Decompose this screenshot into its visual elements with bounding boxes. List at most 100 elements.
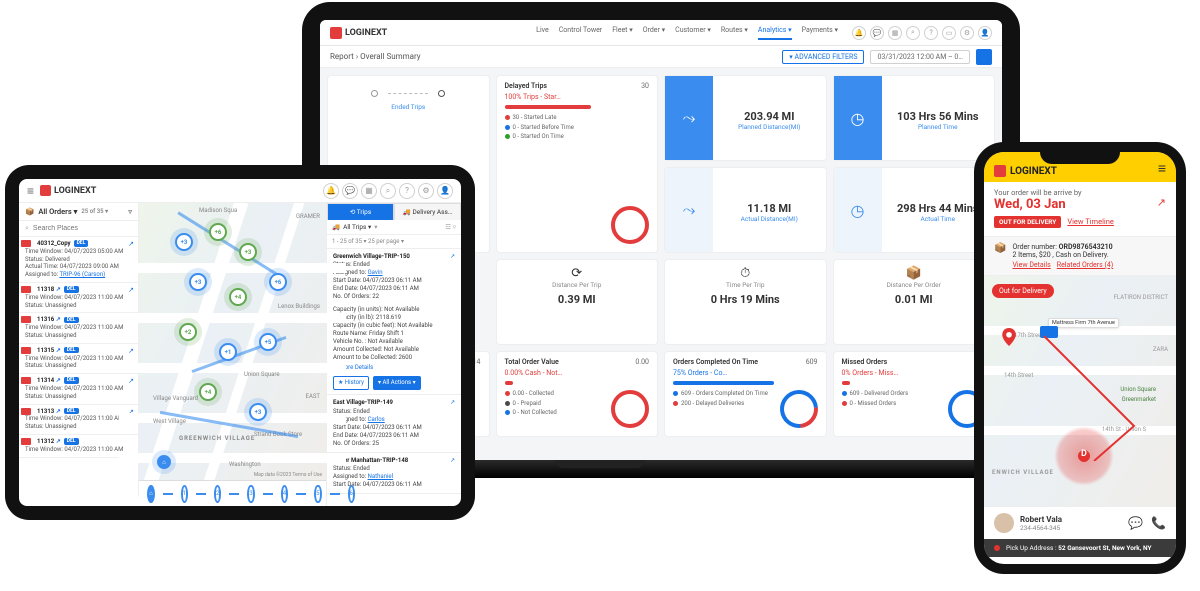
map-attribution: Map data ©2023 Terms of Use: [254, 472, 322, 478]
hamburger-icon[interactable]: ≡: [1158, 160, 1166, 177]
map-cluster-pin[interactable]: +6: [209, 223, 227, 241]
filter-icon[interactable]: ▿: [128, 207, 132, 216]
grid-icon[interactable]: ▦: [888, 26, 902, 40]
nav-fleet[interactable]: Fleet ▾: [612, 26, 633, 40]
gear-icon[interactable]: ⚙: [418, 183, 434, 199]
status-pill: OUT FOR DELIVERY: [994, 216, 1061, 228]
map-cluster-pin[interactable]: +5: [259, 333, 277, 351]
laptop-top-icons: 🔔 💬 ▦ ⌕ ? ▭ ⚙ 👤: [852, 26, 992, 40]
advanced-filters-button[interactable]: ▾ ADVANCED FILTERS: [782, 50, 864, 64]
filter-icon[interactable]: ☲ ▿: [445, 223, 456, 231]
phone-map[interactable]: Out for Delivery FLATIRON DISTRICT 17th …: [984, 276, 1176, 506]
gauge-icon: ⟳: [505, 266, 650, 281]
nav-routes[interactable]: Routes ▾: [721, 26, 748, 40]
chat-icon[interactable]: 💬: [870, 26, 884, 40]
book-icon[interactable]: ▭: [942, 26, 956, 40]
card-title: Delayed Trips: [505, 82, 548, 90]
all-actions-button[interactable]: ▾ All Actions ▾: [373, 376, 421, 390]
more-details-link[interactable]: ⊕ More Details: [333, 364, 455, 372]
nav-control-tower[interactable]: Control Tower: [559, 26, 602, 40]
call-icon[interactable]: 📞: [1151, 516, 1166, 530]
nav-payments[interactable]: Payments ▾: [802, 26, 838, 40]
search-icon[interactable]: ⌕: [906, 26, 920, 40]
orders-header[interactable]: 📦 All Orders ▾ 25 of 35 ▾ ▿: [19, 203, 138, 221]
nav-live[interactable]: Live: [536, 26, 549, 40]
arrive-date: Wed, 03 Jan: [994, 197, 1166, 212]
avatar: [994, 513, 1014, 533]
poi-callout[interactable]: Mattress Firm 7th Avenue: [1048, 318, 1119, 328]
map-cluster-pin[interactable]: +6: [269, 273, 287, 291]
search-icon[interactable]: ⌕: [380, 183, 396, 199]
trips-panel: ⟲ Trips🚚 Delivery Ass… 🚚 All Trips ▾ ▾☲ …: [326, 203, 461, 506]
route-step[interactable]: 5: [314, 485, 321, 503]
order-item[interactable]: ↗ 11318 ↗DEL Time Window: 04/07/2023 11:…: [19, 283, 138, 313]
driver-name: Robert Vala: [1020, 515, 1062, 524]
route-step[interactable]: ⌂: [147, 485, 155, 503]
view-details-link[interactable]: View Details: [1012, 261, 1050, 269]
brand-logo[interactable]: LOGINEXT: [330, 27, 387, 39]
clock-icon: ◷: [834, 168, 882, 252]
date-range-picker[interactable]: 03/31/2023 12:00 AM – 0…: [870, 50, 970, 64]
gear-icon[interactable]: ⚙: [960, 26, 974, 40]
tablet-map[interactable]: Madison Squa GRAMER Lenox Buildings Unio…: [139, 203, 326, 506]
order-item[interactable]: ↗ 40312_CopyDEL Time Window: 04/07/2023 …: [19, 237, 138, 283]
breadcrumb[interactable]: Report › Overall Summary: [330, 52, 421, 61]
nav-order[interactable]: Order ▾: [643, 26, 665, 40]
brand-logo[interactable]: LOGINEXT: [1010, 166, 1057, 177]
route-step[interactable]: 1: [181, 485, 188, 503]
chat-icon[interactable]: 💬: [342, 183, 358, 199]
trips-paging[interactable]: 1 - 25 of 35 ▾ 25 per page ▾: [327, 235, 461, 249]
order-item[interactable]: ↗ 11314 ↗DEL Time Window: 04/07/2023 11:…: [19, 374, 138, 404]
ended-trips-link[interactable]: Ended Trips: [336, 103, 481, 111]
route-icon: ⤳: [665, 76, 713, 160]
trip-path-icon: [336, 90, 481, 97]
map-cluster-pin[interactable]: +3: [189, 273, 207, 291]
history-button[interactable]: ★ History: [333, 376, 369, 390]
user-icon[interactable]: 👤: [437, 183, 453, 199]
tablet-top-icons: 🔔 💬 ▦ ⌕ ? ⚙ 👤: [323, 183, 453, 199]
route-step[interactable]: 3: [247, 485, 254, 503]
grid-icon[interactable]: ▦: [361, 183, 377, 199]
nav-analytics[interactable]: Analytics ▾: [758, 26, 792, 40]
hamburger-icon[interactable]: ≡: [27, 184, 34, 198]
map-cluster-pin[interactable]: +2: [179, 323, 197, 341]
phone-frame: LOGINEXT ≡ Your order will be arrive by …: [974, 142, 1186, 574]
laptop-subheader: Report › Overall Summary ▾ ADVANCED FILT…: [320, 46, 1002, 68]
map-cluster-pin[interactable]: +1: [219, 343, 237, 361]
bell-icon[interactable]: 🔔: [852, 26, 866, 40]
route-step[interactable]: 2: [214, 485, 221, 503]
search-input[interactable]: [33, 225, 132, 232]
origin-pin-icon: [1002, 328, 1016, 346]
chat-icon[interactable]: 💬: [1128, 516, 1143, 530]
card-count: 30: [641, 82, 649, 90]
card-distance-per-order: 📦 Distance Per Order 0.01 MI: [834, 260, 995, 344]
map-cluster-pin[interactable]: +3: [249, 403, 267, 421]
tab-trips[interactable]: ⟲ Trips: [327, 203, 394, 220]
trips-header[interactable]: 🚚 All Trips ▾ ▾☲ ▿: [327, 220, 461, 235]
nav-customer[interactable]: Customer ▾: [675, 26, 711, 40]
map-origin-pin[interactable]: ⌂: [157, 455, 171, 469]
view-toggle-button[interactable]: [976, 49, 992, 65]
trip-item[interactable]: ↗ Greenwich Village-TRIP-150 Status: End…: [327, 249, 461, 395]
help-icon[interactable]: ?: [399, 183, 415, 199]
map-cluster-pin[interactable]: +3: [175, 233, 193, 251]
map-cluster-pin[interactable]: +3: [239, 243, 257, 261]
user-icon[interactable]: 👤: [978, 26, 992, 40]
pickup-bar: Pick Up Address : 52 Gansevoort St, New …: [984, 539, 1176, 557]
package-icon: 📦: [994, 243, 1006, 254]
help-icon[interactable]: ?: [924, 26, 938, 40]
map-cluster-pin[interactable]: +4: [229, 288, 247, 306]
share-icon[interactable]: ↗: [1157, 196, 1166, 209]
tab-delivery-associates[interactable]: 🚚 Delivery Ass…: [394, 203, 461, 220]
bell-icon[interactable]: 🔔: [323, 183, 339, 199]
trip-item[interactable]: ↗ Lower Manhattan-TRIP-148 Status: Ended…: [327, 453, 461, 494]
route-step[interactable]: 6: [348, 485, 355, 503]
trip-item[interactable]: ↗ East Village-TRIP-149 Status: Ended As…: [327, 395, 461, 453]
view-timeline-link[interactable]: View Timeline: [1067, 217, 1114, 226]
brand-logo[interactable]: LOGINEXT: [40, 185, 96, 196]
card-actual-distance: ⤳11.18 MIActual Distance(MI): [665, 168, 826, 252]
related-orders-link[interactable]: Related Orders (4): [1057, 261, 1114, 269]
route-step[interactable]: 4: [281, 485, 288, 503]
progress-bar: [505, 105, 592, 109]
map-cluster-pin[interactable]: +4: [199, 383, 217, 401]
